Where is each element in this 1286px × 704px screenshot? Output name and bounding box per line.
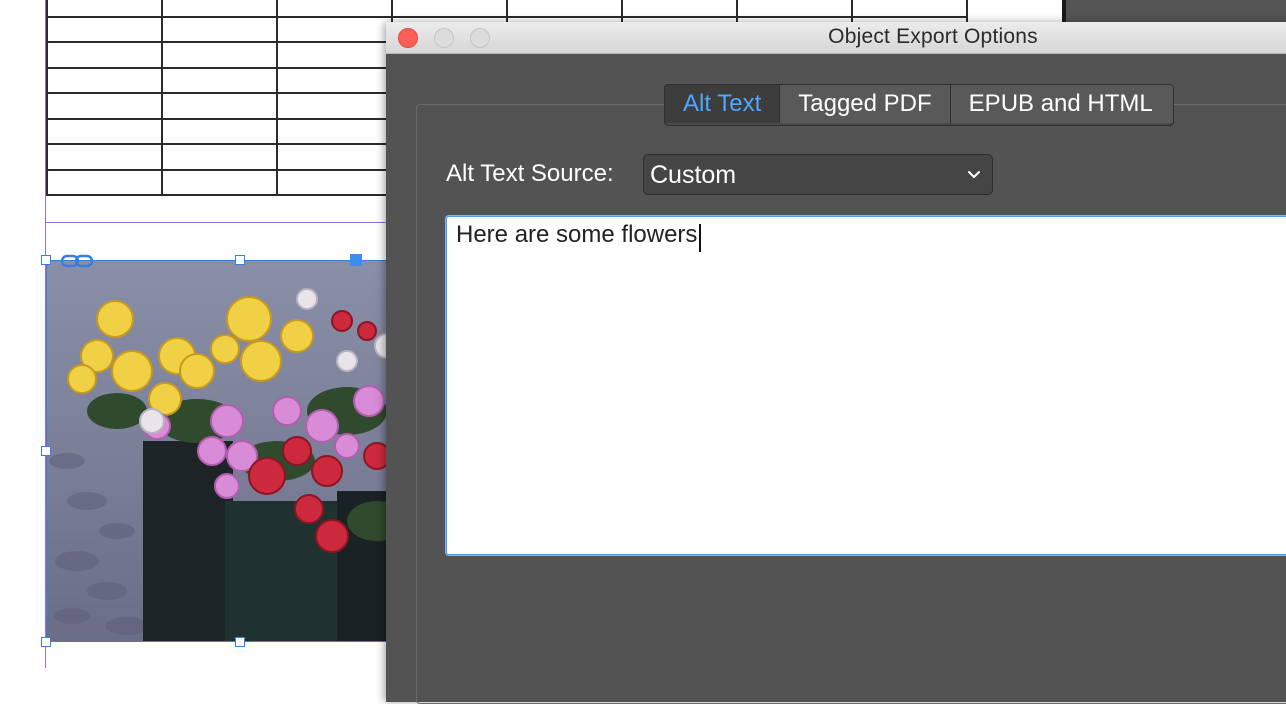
resize-handle-top-center[interactable]	[235, 255, 245, 265]
table-cell[interactable]	[391, 0, 508, 18]
object-export-options-dialog: Object Export Options Alt Text Tagged PD…	[386, 22, 1286, 704]
tab-tagged-pdf[interactable]: Tagged PDF	[780, 85, 951, 123]
table-cell[interactable]	[46, 117, 163, 145]
table-cell[interactable]	[161, 66, 278, 94]
table-cell[interactable]	[276, 92, 393, 120]
table-cell[interactable]	[46, 15, 163, 43]
table-cell[interactable]	[276, 117, 393, 145]
tab-epub-and-html[interactable]: EPUB and HTML	[950, 85, 1173, 123]
table-cell[interactable]	[161, 143, 278, 171]
table-cell[interactable]	[161, 117, 278, 145]
table-cell[interactable]	[161, 168, 278, 196]
table-cell[interactable]	[621, 0, 738, 18]
table-cell[interactable]	[276, 143, 393, 171]
table-cell[interactable]	[46, 143, 163, 171]
alt-text-source-dropdown[interactable]: Custom	[643, 154, 993, 195]
table-cell[interactable]	[46, 92, 163, 120]
table-cell[interactable]	[46, 41, 163, 69]
placed-flower-image[interactable]	[46, 260, 406, 642]
table-cell[interactable]	[276, 0, 393, 18]
table-cell[interactable]	[276, 15, 393, 43]
table-cell[interactable]	[276, 168, 393, 196]
table-cell[interactable]	[161, 41, 278, 69]
table-cell[interactable]	[46, 0, 163, 18]
table-frame-edge	[45, 222, 395, 223]
link-icon[interactable]	[60, 252, 94, 270]
table-cell[interactable]	[736, 0, 853, 18]
table-row[interactable]	[46, 0, 968, 18]
dialog-titlebar[interactable]: Object Export Options	[386, 22, 1286, 54]
table-cell[interactable]	[161, 15, 278, 43]
flower-image-graphic	[47, 261, 405, 641]
alt-text-field[interactable]: Here are some flowers	[446, 216, 1286, 555]
table-cell[interactable]	[161, 92, 278, 120]
dialog-title: Object Export Options	[828, 25, 1038, 48]
tab-alt-text[interactable]: Alt Text	[665, 85, 781, 123]
table-cell[interactable]	[46, 66, 163, 94]
resize-handle-middle-left[interactable]	[41, 446, 51, 456]
table-cell[interactable]	[161, 0, 278, 18]
table-cell[interactable]	[506, 0, 623, 18]
content-grabber-handle[interactable]	[350, 254, 362, 266]
resize-handle-bottom-left[interactable]	[41, 637, 51, 647]
text-cursor	[699, 224, 701, 252]
resize-handle-top-left[interactable]	[41, 255, 51, 265]
alt-text-source-value: Custom	[650, 161, 737, 189]
table-cell[interactable]	[276, 66, 393, 94]
alt-text-source-label: Alt Text Source:	[446, 160, 614, 187]
table-cell[interactable]	[46, 168, 163, 196]
tab-bar: Alt Text Tagged PDF EPUB and HTML	[664, 84, 1174, 126]
table-cell[interactable]	[276, 41, 393, 69]
alt-text-content: Here are some flowers	[456, 221, 698, 248]
chevron-down-icon	[968, 171, 980, 178]
table-cell[interactable]	[851, 0, 968, 18]
resize-handle-bottom-center[interactable]	[235, 637, 245, 647]
